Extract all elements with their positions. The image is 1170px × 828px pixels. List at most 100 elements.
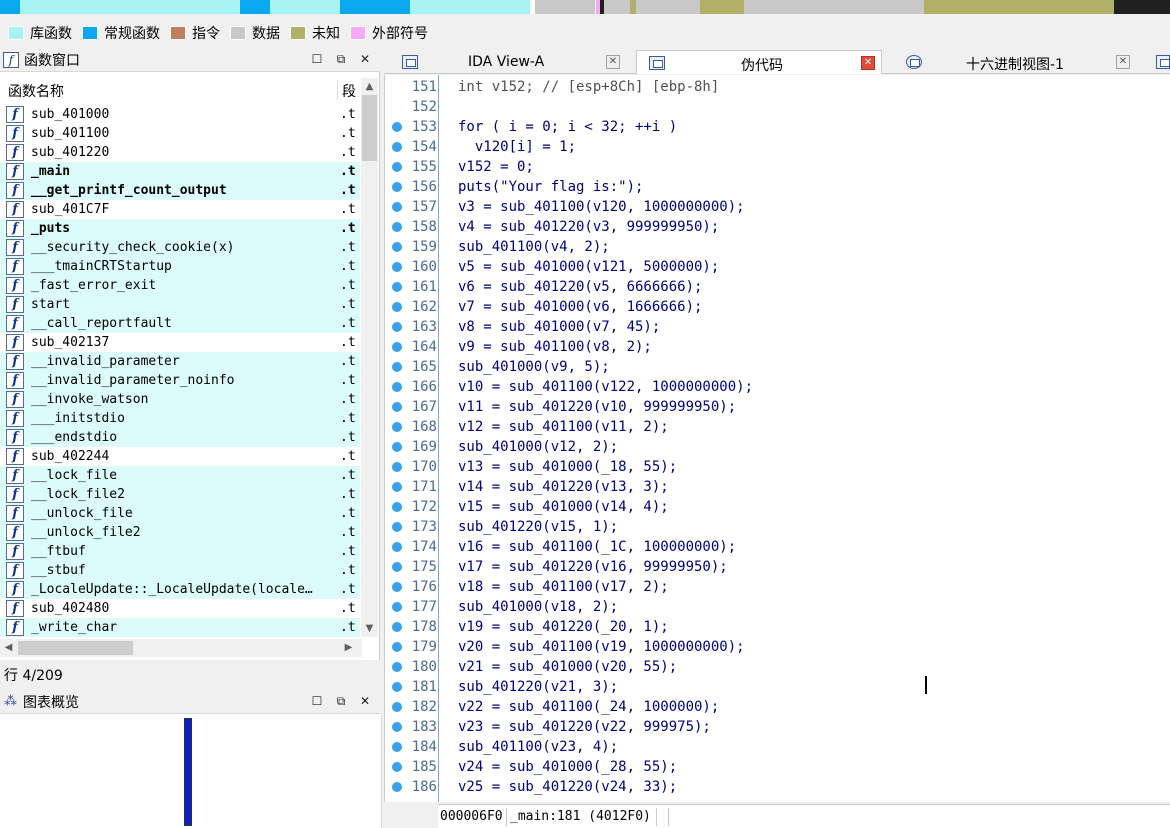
minimize-icon[interactable]: ☐ — [310, 694, 324, 708]
graph-overview-canvas[interactable] — [0, 715, 382, 828]
breakpoint-dot-icon[interactable] — [392, 242, 402, 252]
close-icon[interactable]: ✕ — [358, 52, 372, 66]
function-row[interactable]: f sub_402137 .t — [0, 333, 360, 352]
function-row[interactable]: f ___tmainCRTStartup .t — [0, 257, 360, 276]
code-line[interactable]: 162 v7 = sub_401000(v6, 1666666); — [385, 297, 1165, 317]
tab-close-icon[interactable]: ✕ — [606, 55, 620, 69]
code-text[interactable]: v21 = sub_401000(v20, 55); — [458, 657, 677, 677]
code-line[interactable]: 158 v4 = sub_401220(v3, 999999950); — [385, 217, 1165, 237]
code-text[interactable]: v17 = sub_401220(v16, 99999950); — [458, 557, 728, 577]
function-row[interactable]: f sub_401000 .t — [0, 105, 360, 124]
code-line[interactable]: 184 sub_401100(v23, 4); — [385, 737, 1165, 757]
function-row[interactable]: f __invoke_watson .t — [0, 390, 360, 409]
code-text[interactable]: v20 = sub_401100(v19, 1000000000); — [458, 637, 745, 657]
code-line[interactable]: 172 v15 = sub_401000(v14, 4); — [385, 497, 1165, 517]
breakpoint-dot-icon[interactable] — [392, 762, 402, 772]
function-row[interactable]: f __get_printf_count_output .t — [0, 181, 360, 200]
breakpoint-dot-icon[interactable] — [392, 682, 402, 692]
breakpoint-dot-icon[interactable] — [392, 502, 402, 512]
tab-hex-view[interactable]: 十六进制视图-1 ✕ — [894, 50, 1144, 74]
function-row[interactable]: f _LocaleUpdate::_LocaleUpdate(locale… .t — [0, 580, 360, 599]
code-text[interactable]: sub_401000(v18, 2); — [458, 597, 618, 617]
breakpoint-dot-icon[interactable] — [392, 382, 402, 392]
code-line[interactable]: 171 v14 = sub_401220(v13, 3); — [385, 477, 1165, 497]
code-text[interactable]: sub_401100(v23, 4); — [458, 737, 618, 757]
code-line[interactable]: 165 sub_401000(v9, 5); — [385, 357, 1165, 377]
code-text[interactable]: v152 = 0; — [458, 157, 534, 177]
breakpoint-dot-icon[interactable] — [392, 722, 402, 732]
tab-pseudocode[interactable]: 伪代码 ✕ — [636, 50, 882, 74]
code-text[interactable]: v120[i] = 1; — [458, 137, 576, 157]
code-text[interactable]: sub_401100(v4, 2); — [458, 237, 610, 257]
function-row[interactable]: f _write_char .t — [0, 618, 360, 637]
breakpoint-dot-icon[interactable] — [392, 202, 402, 212]
breakpoint-dot-icon[interactable] — [392, 222, 402, 232]
breakpoint-dot-icon[interactable] — [392, 282, 402, 292]
code-line[interactable]: 183 v23 = sub_401220(v22, 999975); — [385, 717, 1165, 737]
code-line[interactable]: 164 v9 = sub_401100(v8, 2); — [385, 337, 1165, 357]
function-row[interactable]: f __unlock_file2 .t — [0, 523, 360, 542]
minimize-icon[interactable]: ☐ — [310, 52, 324, 66]
function-row[interactable]: f sub_401220 .t — [0, 143, 360, 162]
breakpoint-dot-icon[interactable] — [392, 742, 402, 752]
function-row[interactable]: f __ftbuf .t — [0, 542, 360, 561]
code-text[interactable]: v4 = sub_401220(v3, 999999950); — [458, 217, 719, 237]
function-row[interactable]: f __lock_file2 .t — [0, 485, 360, 504]
breakpoint-dot-icon[interactable] — [392, 362, 402, 372]
code-line[interactable]: 159 sub_401100(v4, 2); — [385, 237, 1165, 257]
function-row[interactable]: f _fast_error_exit .t — [0, 276, 360, 295]
code-text[interactable]: v15 = sub_401000(v14, 4); — [458, 497, 669, 517]
code-text[interactable]: v8 = sub_401000(v7, 45); — [458, 317, 660, 337]
column-header-name[interactable]: 函数名称 — [8, 81, 64, 101]
tab-close-icon[interactable]: ✕ — [1116, 55, 1130, 69]
breakpoint-dot-icon[interactable] — [392, 162, 402, 172]
breakpoint-dot-icon[interactable] — [392, 122, 402, 132]
code-line[interactable]: 169 sub_401000(v12, 2); — [385, 437, 1165, 457]
breakpoint-dot-icon[interactable] — [392, 622, 402, 632]
code-text[interactable]: sub_401000(v9, 5); — [458, 357, 610, 377]
tab-ida-view-a[interactable]: IDA View-A ✕ — [390, 50, 626, 74]
breakpoint-dot-icon[interactable] — [392, 782, 402, 792]
function-row[interactable]: f ___initstdio .t — [0, 409, 360, 428]
graph-overview-node[interactable] — [184, 718, 192, 826]
code-text[interactable]: v23 = sub_401220(v22, 999975); — [458, 717, 711, 737]
function-row[interactable]: f sub_401C7F .t — [0, 200, 360, 219]
function-row[interactable]: f _puts .t — [0, 219, 360, 238]
scroll-thumb[interactable] — [362, 95, 377, 161]
code-text[interactable]: puts("Your flag is:"); — [458, 177, 643, 197]
code-line[interactable]: 153 for ( i = 0; i < 32; ++i ) — [385, 117, 1165, 137]
graph-overview-titlebar[interactable]: ⁂ 图表概览 ☐ ⧉ ✕ — [0, 690, 380, 714]
code-line[interactable]: 178 v19 = sub_401220(_20, 1); — [385, 617, 1165, 637]
code-line[interactable]: 168 v12 = sub_401100(v11, 2); — [385, 417, 1165, 437]
code-text[interactable]: v5 = sub_401000(v121, 5000000); — [458, 257, 719, 277]
functions-vertical-scrollbar[interactable]: ▲ ▼ — [361, 78, 378, 637]
function-row[interactable]: f __lock_file .t — [0, 466, 360, 485]
breakpoint-dot-icon[interactable] — [392, 602, 402, 612]
code-text[interactable]: sub_401220(v21, 3); — [458, 677, 618, 697]
code-text[interactable]: v24 = sub_401000(_28, 55); — [458, 757, 677, 777]
function-row[interactable]: f ___endstdio .t — [0, 428, 360, 447]
breakpoint-dot-icon[interactable] — [392, 562, 402, 572]
code-text[interactable]: v12 = sub_401100(v11, 2); — [458, 417, 669, 437]
function-row[interactable]: f sub_402480 .t — [0, 599, 360, 618]
code-line[interactable]: 180 v21 = sub_401000(v20, 55); — [385, 657, 1165, 677]
function-row[interactable]: f sub_402244 .t — [0, 447, 360, 466]
code-line[interactable]: 182 v22 = sub_401100(_24, 1000000); — [385, 697, 1165, 717]
functions-window-titlebar[interactable]: f 函数窗口 ☐ ⧉ ✕ — [0, 48, 380, 72]
breakpoint-dot-icon[interactable] — [392, 262, 402, 272]
code-text[interactable]: v25 = sub_401220(v24, 33); — [458, 777, 677, 797]
code-line[interactable]: 167 v11 = sub_401220(v10, 999999950); — [385, 397, 1165, 417]
code-text[interactable]: v7 = sub_401000(v6, 1666666); — [458, 297, 702, 317]
code-text[interactable]: v3 = sub_401100(v120, 1000000000); — [458, 197, 745, 217]
function-row[interactable]: f __security_check_cookie(x) .t — [0, 238, 360, 257]
breakpoint-dot-icon[interactable] — [392, 522, 402, 532]
code-line[interactable]: 163 v8 = sub_401000(v7, 45); — [385, 317, 1165, 337]
code-line[interactable]: 185 v24 = sub_401000(_28, 55); — [385, 757, 1165, 777]
code-line[interactable]: 170 v13 = sub_401000(_18, 55); — [385, 457, 1165, 477]
code-line[interactable]: 177 sub_401000(v18, 2); — [385, 597, 1165, 617]
breakpoint-dot-icon[interactable] — [392, 302, 402, 312]
scroll-right-icon[interactable]: ▶ — [340, 639, 357, 657]
code-line[interactable]: 186 v25 = sub_401220(v24, 33); — [385, 777, 1165, 797]
breakpoint-dot-icon[interactable] — [392, 422, 402, 432]
code-line[interactable]: 151 int v152; // [esp+8Ch] [ebp-8h] — [385, 77, 1165, 97]
